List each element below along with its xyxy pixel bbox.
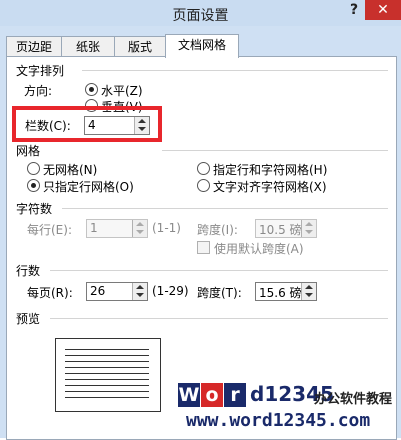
watermark-logo-w: W bbox=[178, 383, 200, 407]
preview-line bbox=[65, 373, 149, 374]
chars-per-line-label: 每行(E): bbox=[27, 223, 72, 237]
preview-line bbox=[65, 349, 149, 350]
char-pitch-label: 跨度(I): bbox=[197, 223, 238, 237]
group-divider bbox=[50, 270, 388, 271]
spin-up-icon[interactable] bbox=[305, 285, 313, 289]
spin-down-icon[interactable] bbox=[305, 230, 313, 234]
snap-to-char-grid-label: 文字对齐字符网格(X) bbox=[213, 180, 327, 194]
group-divider bbox=[162, 150, 388, 151]
line-and-char-grid-radio[interactable] bbox=[197, 162, 210, 175]
tab-margins[interactable]: 页边距 bbox=[6, 36, 62, 57]
preview-line bbox=[65, 355, 149, 356]
default-pitch-checkbox[interactable] bbox=[197, 241, 210, 254]
watermark-logo-r: r bbox=[224, 383, 246, 407]
default-pitch-label: 使用默认跨度(A) bbox=[214, 242, 304, 256]
spin-down-icon[interactable] bbox=[136, 293, 144, 297]
char-pitch-value: 10.5 磅 bbox=[259, 223, 302, 237]
char-pitch-spin-arrows[interactable] bbox=[301, 220, 316, 237]
horizontal-label: 水平(Z) bbox=[101, 84, 143, 98]
spin-up-icon[interactable] bbox=[136, 222, 144, 226]
spin-down-icon[interactable] bbox=[305, 293, 313, 297]
chars-per-line-spinner[interactable]: 1 bbox=[86, 219, 148, 238]
watermark-suffix: 办公软件教程 bbox=[314, 392, 393, 407]
chars-per-line-range: (1-1) bbox=[152, 221, 181, 235]
tab-layout[interactable]: 版式 bbox=[114, 36, 166, 57]
columns-highlight-box bbox=[12, 106, 162, 142]
chars-spin-arrows[interactable] bbox=[132, 220, 147, 237]
spin-down-icon[interactable] bbox=[136, 230, 144, 234]
lines-spin-arrows[interactable] bbox=[132, 283, 147, 300]
group-divider bbox=[62, 208, 388, 209]
title-bar: 页面设置 ? ✕ bbox=[0, 0, 401, 26]
no-grid-label: 无网格(N) bbox=[43, 163, 98, 177]
line-pitch-label: 跨度(T): bbox=[197, 286, 242, 300]
line-and-char-grid-label: 指定行和字符网格(H) bbox=[213, 163, 328, 177]
lines-per-page-value: 26 bbox=[90, 284, 106, 298]
lines-group-label: 行数 bbox=[16, 264, 41, 278]
preview-line bbox=[65, 361, 149, 362]
lines-per-page-range: (1-29) bbox=[152, 284, 189, 298]
preview-line bbox=[65, 367, 149, 368]
text-direction-group-label: 文字排列 bbox=[16, 64, 65, 78]
direction-label: 方向: bbox=[24, 84, 53, 98]
preview-line bbox=[65, 379, 149, 380]
dialog-title: 页面设置 bbox=[172, 8, 229, 24]
snap-to-char-grid-radio[interactable] bbox=[197, 179, 210, 192]
watermark-url: www.word12345.com bbox=[186, 410, 371, 431]
horizontal-radio[interactable] bbox=[85, 83, 98, 96]
spin-up-icon[interactable] bbox=[136, 285, 144, 289]
preview-line bbox=[65, 385, 149, 386]
close-button[interactable]: ✕ bbox=[365, 0, 401, 20]
group-divider bbox=[82, 70, 388, 71]
watermark-logo-d: d bbox=[250, 382, 265, 406]
preview-group-label: 预览 bbox=[16, 312, 41, 326]
page-setup-dialog: 页面设置 ? ✕ 页边距 纸张 版式 文档网格 文字排列 方向: 水平(Z) 垂… bbox=[0, 0, 401, 440]
grid-group-label: 网格 bbox=[16, 144, 41, 158]
line-pitch-spin-arrows[interactable] bbox=[301, 283, 316, 300]
spin-up-icon[interactable] bbox=[305, 222, 313, 226]
line-pitch-spinner[interactable]: 15.6 磅 bbox=[255, 282, 317, 301]
preview-line bbox=[65, 391, 149, 392]
chars-per-line-value: 1 bbox=[90, 221, 98, 235]
preview-page bbox=[55, 338, 161, 412]
lines-per-page-spinner[interactable]: 26 bbox=[86, 282, 148, 301]
preview-line bbox=[65, 397, 149, 398]
line-grid-only-label: 只指定行网格(O) bbox=[43, 180, 134, 194]
group-divider bbox=[50, 318, 388, 319]
tab-document-grid[interactable]: 文档网格 bbox=[165, 34, 239, 58]
help-button[interactable]: ? bbox=[347, 2, 361, 20]
lines-per-page-label: 每页(R): bbox=[27, 286, 73, 300]
tab-paper[interactable]: 纸张 bbox=[61, 36, 115, 57]
no-grid-radio[interactable] bbox=[27, 162, 40, 175]
line-pitch-value: 15.6 磅 bbox=[259, 286, 302, 300]
characters-group-label: 字符数 bbox=[16, 202, 53, 216]
line-grid-only-radio[interactable] bbox=[27, 179, 40, 192]
watermark-logo-o: o bbox=[201, 383, 223, 407]
char-pitch-spinner[interactable]: 10.5 磅 bbox=[255, 219, 317, 238]
